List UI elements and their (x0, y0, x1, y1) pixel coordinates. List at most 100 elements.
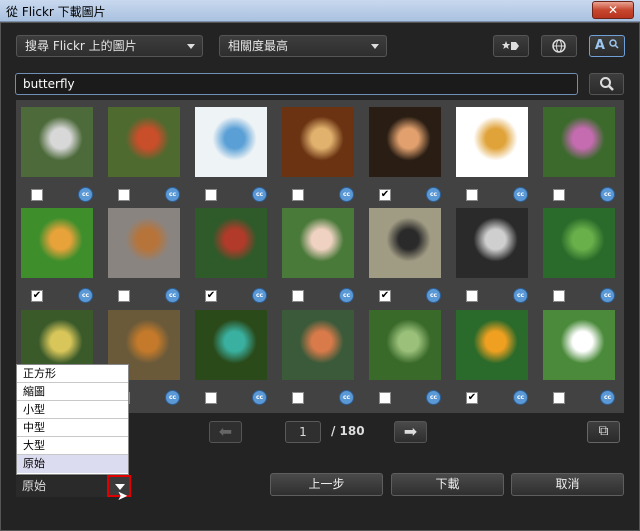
sort-dropdown-label: 相關度最高 (228, 39, 289, 53)
image-thumbnail[interactable] (195, 107, 267, 177)
image-thumbnail[interactable] (282, 208, 354, 278)
image-cell: cc (456, 208, 528, 303)
image-cell: ✔ cc (21, 208, 93, 303)
image-thumbnail[interactable] (21, 107, 93, 177)
creative-commons-icon: cc (426, 390, 441, 405)
image-cell: cc (108, 107, 180, 202)
select-checkbox[interactable]: ✔ (205, 290, 217, 302)
window-title: 從 Flickr 下載圖片 (6, 5, 106, 19)
creative-commons-icon: cc (252, 288, 267, 303)
size-option-square[interactable]: 正方形 (17, 365, 128, 383)
select-checkbox[interactable] (553, 392, 565, 404)
creative-commons-icon: cc (426, 187, 441, 202)
chevron-down-icon (187, 44, 195, 49)
image-cell: ✔ cc (195, 208, 267, 303)
image-thumbnail[interactable] (369, 310, 441, 380)
source-dropdown-label: 搜尋 Flickr 上的圖片 (25, 39, 137, 53)
select-checkbox[interactable]: ✔ (466, 392, 478, 404)
select-checkbox[interactable] (553, 290, 565, 302)
select-checkbox[interactable] (205, 392, 217, 404)
select-checkbox[interactable] (292, 290, 304, 302)
size-option-medium[interactable]: 中型 (17, 419, 128, 437)
select-checkbox[interactable] (379, 392, 391, 404)
cancel-button[interactable]: 取消 (511, 473, 624, 496)
select-checkbox[interactable] (205, 189, 217, 201)
select-checkbox[interactable] (118, 189, 130, 201)
creative-commons-icon: cc (252, 187, 267, 202)
search-icon (600, 77, 614, 91)
page-total: / 180 (331, 424, 365, 438)
image-cell: cc (282, 208, 354, 303)
image-thumbnail[interactable] (108, 208, 180, 278)
select-checkbox[interactable] (553, 189, 565, 201)
image-thumbnail[interactable] (543, 310, 615, 380)
image-thumbnail[interactable] (456, 208, 528, 278)
image-cell: cc (195, 310, 267, 405)
text-search-button[interactable]: A (589, 35, 625, 57)
mouse-cursor-icon: ➤ (117, 489, 128, 504)
creative-commons-icon: cc (513, 390, 528, 405)
creative-commons-icon: cc (78, 187, 93, 202)
image-cell: cc (195, 107, 267, 202)
prev-page-button[interactable]: ⬅ (209, 421, 242, 443)
image-thumbnail[interactable] (543, 208, 615, 278)
creative-commons-icon: cc (339, 288, 354, 303)
select-checkbox[interactable] (118, 290, 130, 302)
image-thumbnail[interactable] (543, 107, 615, 177)
expand-icon: ⧉ (598, 423, 609, 439)
creative-commons-icon: cc (339, 390, 354, 405)
select-checkbox[interactable]: ✔ (379, 290, 391, 302)
size-option-thumbnail[interactable]: 縮圖 (17, 383, 128, 401)
image-thumbnail[interactable] (195, 310, 267, 380)
image-thumbnail[interactable] (282, 310, 354, 380)
page-number-input[interactable]: 1 (285, 421, 321, 443)
download-button[interactable]: 下載 (391, 473, 504, 496)
tag-search-button[interactable] (493, 35, 529, 57)
select-checkbox[interactable] (466, 290, 478, 302)
image-cell: cc (108, 208, 180, 303)
image-cell: cc (456, 107, 528, 202)
globe-button[interactable] (541, 35, 577, 57)
image-thumbnail[interactable] (369, 107, 441, 177)
image-thumbnail[interactable] (195, 208, 267, 278)
select-checkbox[interactable] (31, 189, 43, 201)
select-checkbox[interactable]: ✔ (379, 189, 391, 201)
image-cell: cc (543, 107, 615, 202)
next-page-button[interactable]: ➡ (394, 421, 427, 443)
select-checkbox[interactable]: ✔ (31, 290, 43, 302)
chevron-down-icon (371, 44, 379, 49)
text-search-label: A (594, 38, 605, 53)
arrow-right-icon: ➡ (403, 422, 418, 441)
sort-dropdown[interactable]: 相關度最高 (219, 35, 387, 57)
image-thumbnail[interactable] (456, 107, 528, 177)
image-cell: ✔ cc (369, 107, 441, 202)
text-search-icon (609, 39, 619, 49)
size-option-large[interactable]: 大型 (17, 437, 128, 455)
image-thumbnail[interactable] (21, 208, 93, 278)
image-thumbnail[interactable] (456, 310, 528, 380)
creative-commons-icon: cc (600, 390, 615, 405)
image-thumbnail[interactable] (369, 208, 441, 278)
image-thumbnail[interactable] (282, 107, 354, 177)
search-button[interactable] (589, 73, 624, 95)
creative-commons-icon: cc (513, 288, 528, 303)
back-button[interactable]: 上一步 (270, 473, 383, 496)
creative-commons-icon: cc (78, 288, 93, 303)
source-dropdown[interactable]: 搜尋 Flickr 上的圖片 (16, 35, 203, 57)
size-option-small[interactable]: 小型 (17, 401, 128, 419)
image-cell: cc (282, 310, 354, 405)
search-input[interactable]: butterfly (15, 73, 578, 95)
expand-button[interactable]: ⧉ (587, 421, 620, 443)
image-cell: cc (282, 107, 354, 202)
select-checkbox[interactable] (466, 189, 478, 201)
size-option-original[interactable]: 原始 (17, 455, 128, 473)
image-cell: ✔ cc (456, 310, 528, 405)
creative-commons-icon: cc (600, 187, 615, 202)
image-cell: ✔ cc (369, 208, 441, 303)
select-checkbox[interactable] (292, 392, 304, 404)
image-cell: cc (369, 310, 441, 405)
image-cell: cc (21, 107, 93, 202)
select-checkbox[interactable] (292, 189, 304, 201)
image-thumbnail[interactable] (108, 107, 180, 177)
close-button[interactable]: ✕ (592, 1, 634, 19)
